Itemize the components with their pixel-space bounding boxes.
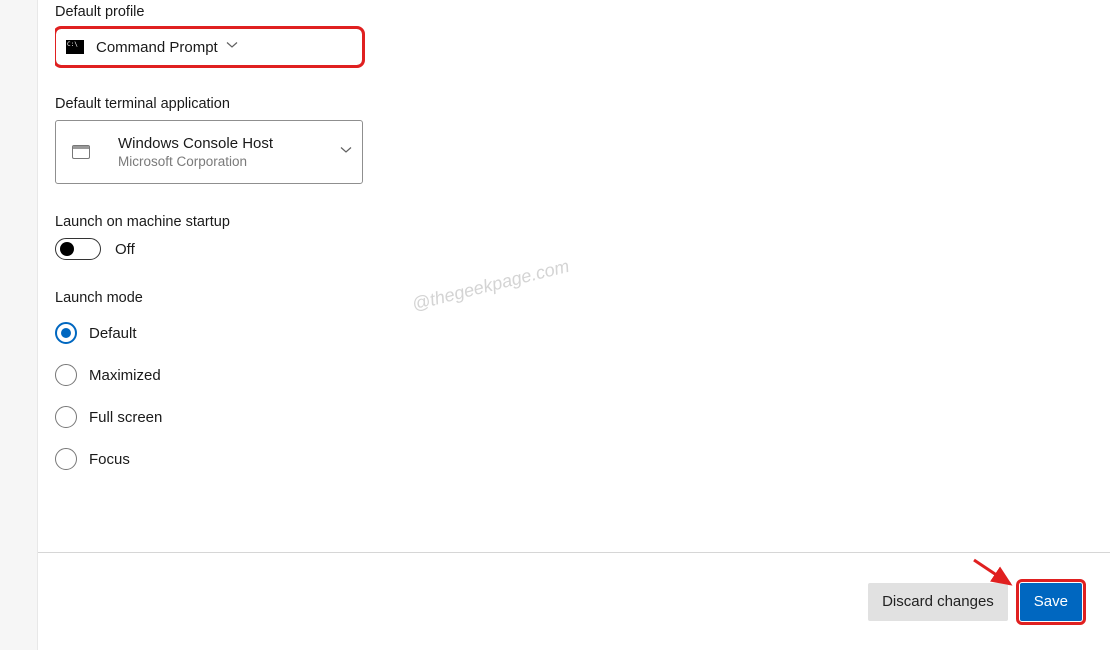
chevron-down-icon [226,38,238,56]
launch-mode-option-fullscreen[interactable]: Full screen [55,406,1110,428]
radio-label: Default [89,325,137,342]
launch-on-startup-row: Off [55,238,1110,260]
radio-indicator [55,322,77,344]
launch-on-startup-label: Launch on machine startup [55,214,1110,230]
default-profile-dropdown[interactable]: Command Prompt [55,28,363,66]
radio-indicator [55,448,77,470]
launch-on-startup-section: Launch on machine startup Off [55,214,1110,260]
launch-on-startup-state: Off [115,241,135,258]
radio-label: Maximized [89,367,161,384]
console-host-icon [72,145,90,159]
settings-content: Default profile Command Prompt Default t… [55,4,1110,550]
command-prompt-icon [66,40,84,54]
default-terminal-text: Windows Console Host Microsoft Corporati… [118,135,332,169]
launch-mode-radio-group: Default Maximized Full screen Focus [55,322,1110,470]
save-button[interactable]: Save [1020,583,1082,621]
default-terminal-label: Default terminal application [55,96,1110,112]
default-profile-value: Command Prompt [96,39,218,56]
chevron-down-icon [340,143,352,161]
default-terminal-primary: Windows Console Host [118,135,332,152]
footer-bar: Discard changes Save [38,552,1110,650]
default-profile-label: Default profile [55,4,1110,20]
launch-on-startup-toggle[interactable] [55,238,101,260]
radio-label: Full screen [89,409,162,426]
discard-changes-button[interactable]: Discard changes [868,583,1008,621]
default-terminal-dropdown[interactable]: Windows Console Host Microsoft Corporati… [55,120,363,184]
radio-indicator [55,406,77,428]
radio-label: Focus [89,451,130,468]
default-terminal-section: Default terminal application Windows Con… [55,96,1110,184]
toggle-knob [60,242,74,256]
launch-mode-option-maximized[interactable]: Maximized [55,364,1110,386]
default-terminal-secondary: Microsoft Corporation [118,154,332,169]
launch-mode-section: Launch mode Default Maximized Full scree… [55,290,1110,470]
launch-mode-label: Launch mode [55,290,1110,306]
radio-indicator [55,364,77,386]
sidebar-edge [0,0,38,650]
launch-mode-option-focus[interactable]: Focus [55,448,1110,470]
default-profile-section: Default profile Command Prompt [55,4,1110,66]
launch-mode-option-default[interactable]: Default [55,322,1110,344]
